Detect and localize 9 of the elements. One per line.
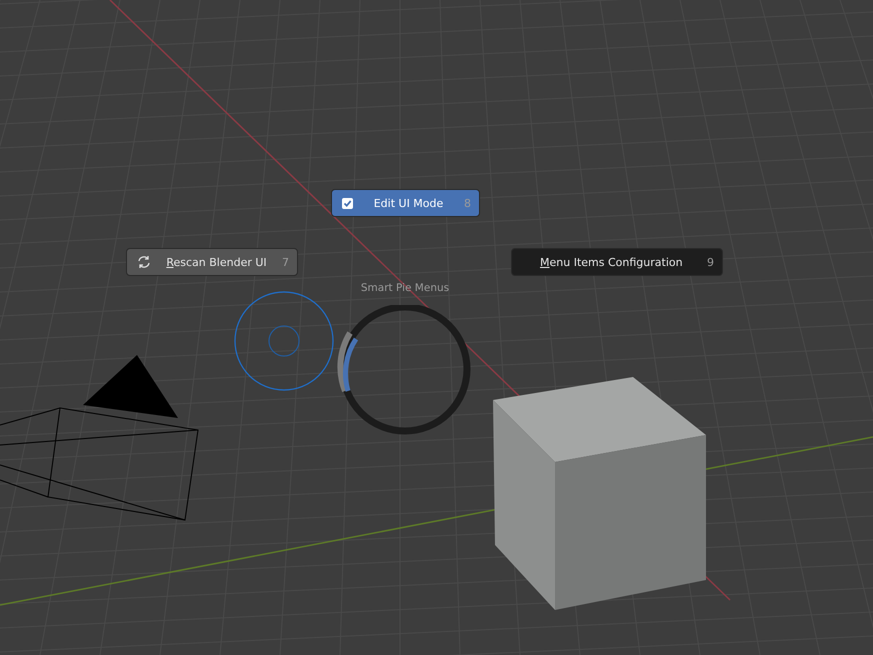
pie-menu-item[interactable]: Menu Items Configuration 9 bbox=[511, 248, 723, 276]
pie-menu-item[interactable]: Edit UI Mode 8 bbox=[331, 189, 480, 217]
item-label: Rescan Blender UI bbox=[165, 256, 268, 268]
shortcut-number: 7 bbox=[282, 256, 289, 268]
shortcut-number: 8 bbox=[464, 196, 471, 210]
item-label: Menu Items Configuration bbox=[539, 256, 684, 268]
item-label: Edit UI Mode bbox=[372, 196, 444, 210]
pie-menu-item[interactable]: Rescan Blender UI 7 bbox=[126, 248, 298, 276]
shortcut-number: 9 bbox=[707, 256, 714, 268]
